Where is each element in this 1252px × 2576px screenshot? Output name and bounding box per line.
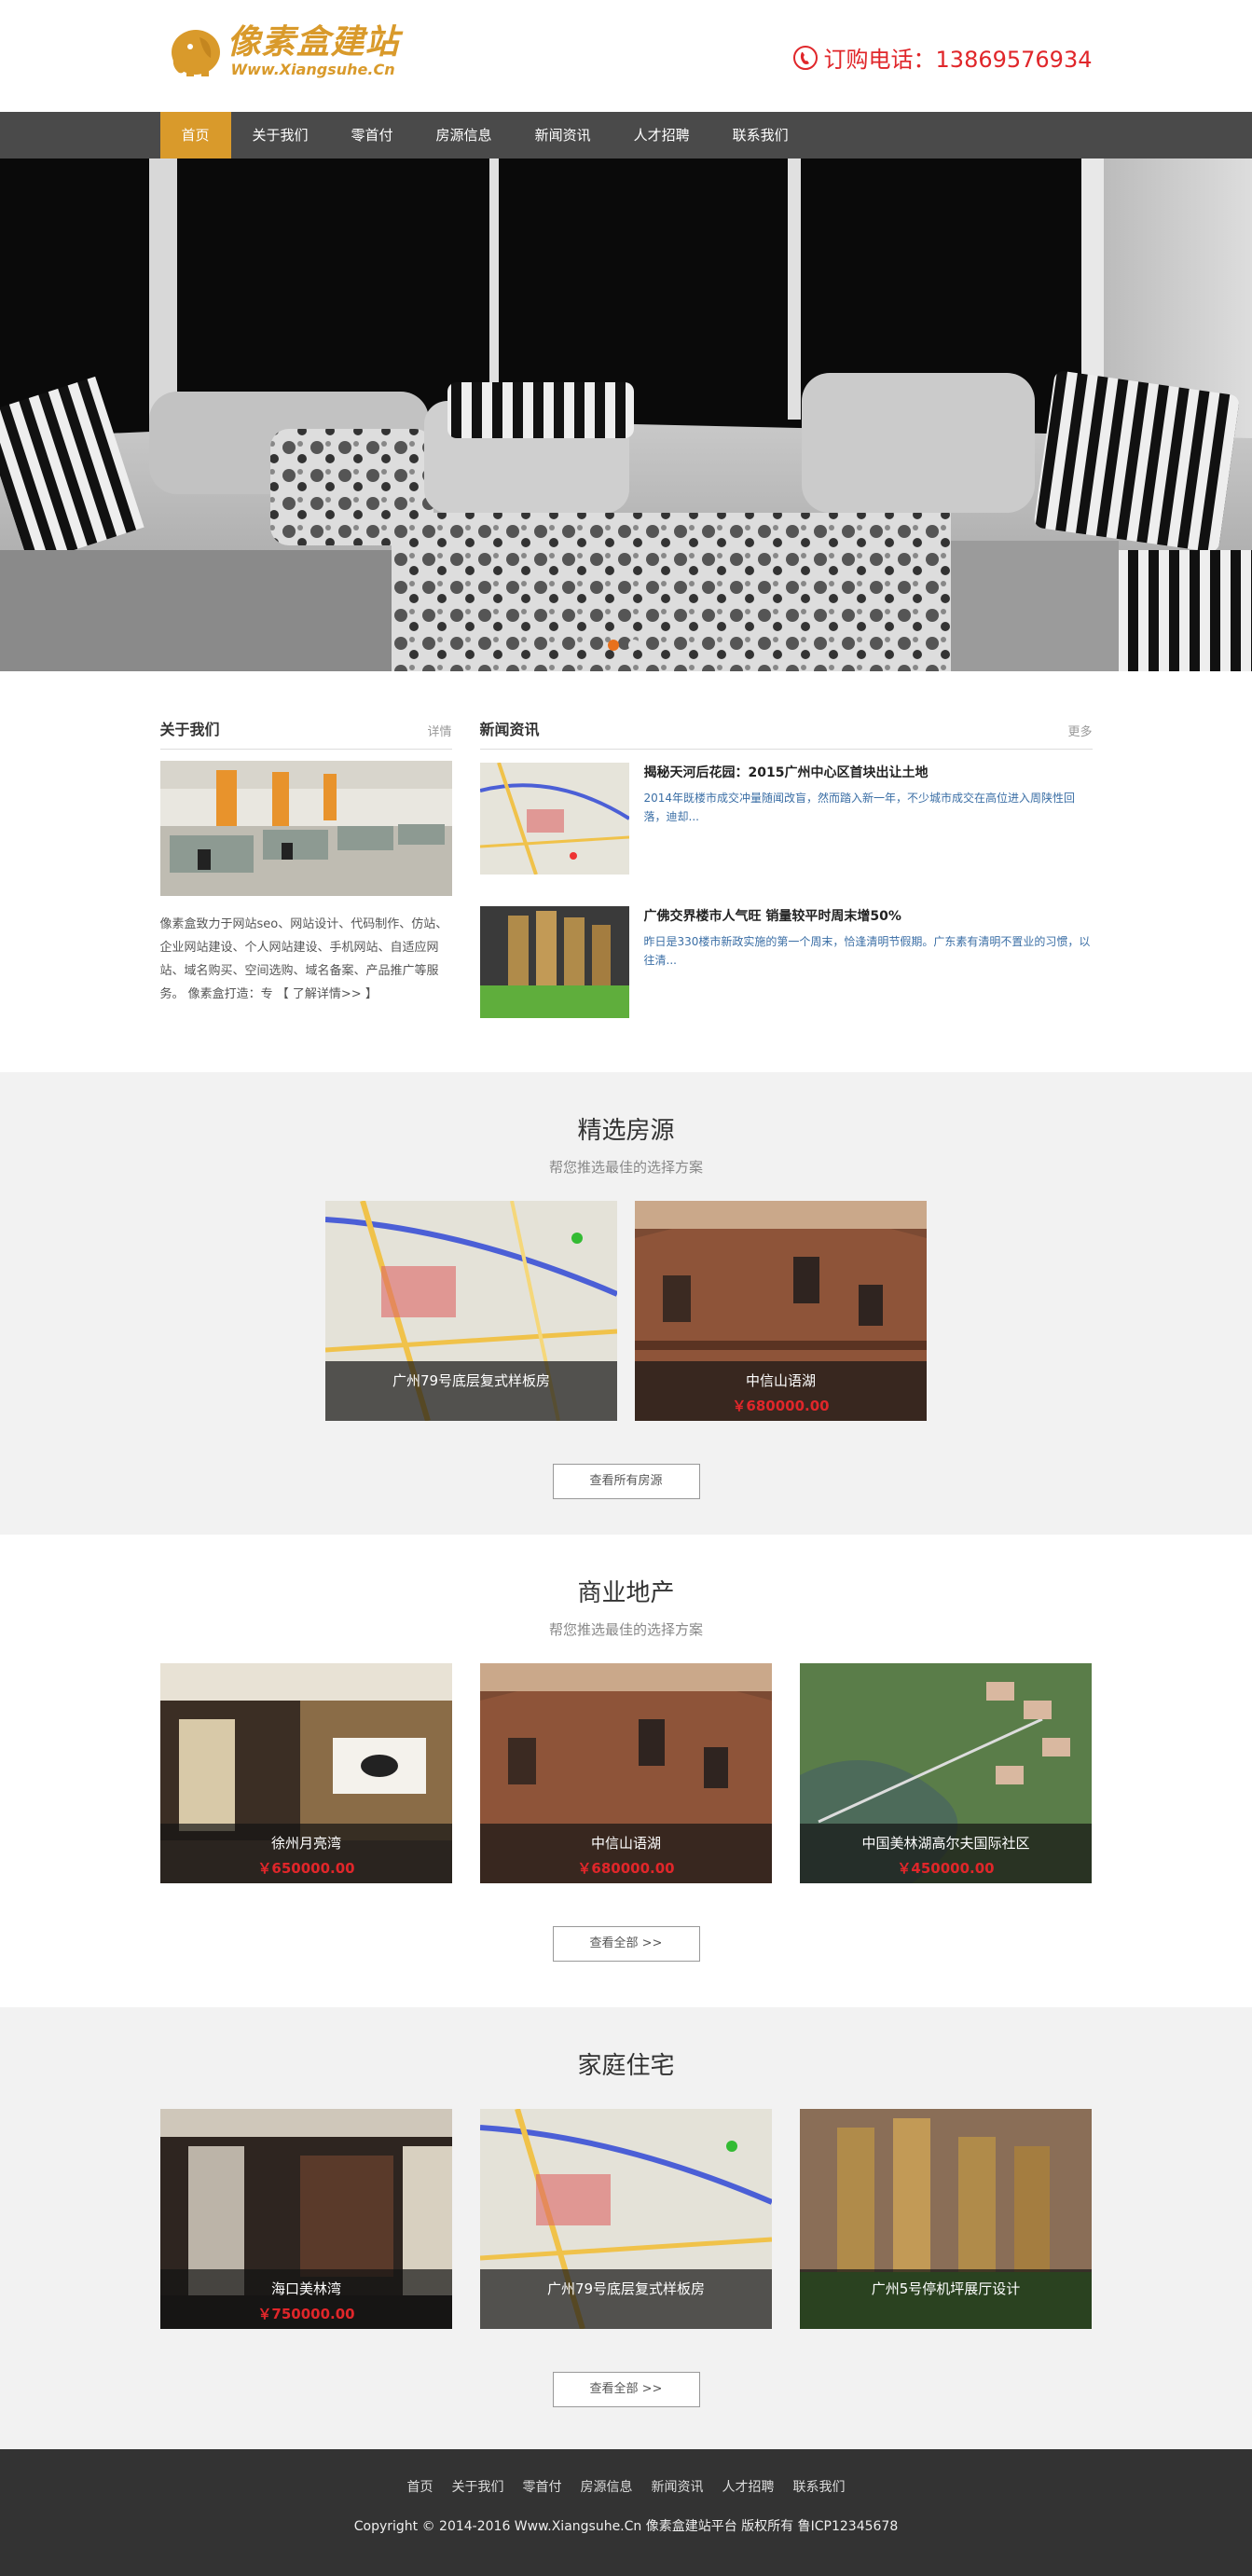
news-item[interactable]: 揭秘天河后花园：2015广州中心区首块出让土地 2014年既楼市成交冲量随闻改盲… — [479, 763, 1093, 893]
property-price: ￥450000.00 — [897, 1860, 995, 1877]
news-more-link[interactable]: 更多 — [1067, 722, 1092, 739]
site-footer: 首页 关于我们 零首付 房源信息 新闻资讯 人才招聘 联系我们 Copyrigh… — [0, 2449, 1252, 2576]
nav-item-about[interactable]: 关于我们 — [231, 112, 330, 158]
property-name: 中信山语湖 — [745, 1372, 816, 1389]
banner-dot-1[interactable] — [608, 640, 619, 651]
family-section: 家庭住宅 海口美林湾 ￥750000.00 广州79号底层复式样板房 广州5号停… — [0, 2007, 1252, 2449]
property-card[interactable]: 海口美林湾 ￥750000.00 — [160, 2109, 452, 2329]
featured-title: 精选房源 — [577, 1117, 675, 1145]
nav-item-news[interactable]: 新闻资讯 — [514, 112, 612, 158]
footer-link-news[interactable]: 新闻资讯 — [652, 2477, 704, 2496]
footer-link-jobs[interactable]: 人才招聘 — [722, 2477, 775, 2496]
footer-link-home[interactable]: 首页 — [407, 2477, 433, 2496]
about-header: 关于我们 详情 — [159, 716, 452, 750]
property-name: 徐州月亮湾 — [270, 1835, 341, 1852]
property-name: 海口美林湾 — [270, 2280, 341, 2297]
nav-item-contact[interactable]: 联系我们 — [711, 112, 810, 158]
property-caption: 广州79号底层复式样板房 — [325, 1361, 617, 1421]
news-panel: 新闻资讯 更多 揭秘天河后花园：2015广州中心区首块出让土地 2014年既楼市… — [479, 716, 1093, 1037]
about-panel: 关于我们 详情 像素盒致力于网站seo、网站设计、代码制作、仿站、企业网站建设、… — [159, 716, 452, 1006]
property-price: ￥650000.00 — [257, 1860, 355, 1877]
about-news-section: 关于我们 详情 像素盒致力于网站seo、网站设计、代码制作、仿站、企业网站建设、… — [159, 671, 1093, 1072]
site-header: 像素盒建站 Www.Xiangsuhe.Cn 订购电话：13869576934 — [0, 0, 1252, 112]
property-card[interactable]: 中信山语湖 ￥680000.00 — [635, 1201, 927, 1421]
office-image — [159, 761, 452, 896]
footer-link-contact[interactable]: 联系我们 — [793, 2477, 846, 2496]
property-card[interactable]: 徐州月亮湾 ￥650000.00 — [160, 1663, 452, 1883]
featured-subtitle: 帮您推选最佳的选择方案 — [548, 1159, 703, 1176]
commercial-title: 商业地产 — [577, 1579, 675, 1607]
property-name: 中信山语湖 — [590, 1835, 661, 1852]
property-caption: 广州79号底层复式样板房 — [480, 2269, 772, 2329]
nav-item-home[interactable]: 首页 — [159, 112, 231, 158]
property-card[interactable]: 中国美林湖高尔夫国际社区 ￥450000.00 — [800, 1663, 1092, 1883]
property-name: 中国美林湖高尔夫国际社区 — [861, 1835, 1030, 1852]
site-logo[interactable]: 像素盒建站 Www.Xiangsuhe.Cn — [168, 24, 400, 78]
view-all-family-button[interactable]: 查看全部 >> — [552, 2372, 700, 2407]
footer-link-listings[interactable]: 房源信息 — [581, 2477, 633, 2496]
property-caption: 中国美林湖高尔夫国际社区 ￥450000.00 — [800, 1824, 1092, 1883]
nav-item-listings[interactable]: 房源信息 — [415, 112, 514, 158]
about-description: 像素盒致力于网站seo、网站设计、代码制作、仿站、企业网站建设、个人网站建设、手… — [159, 917, 448, 1001]
logo-subtitle: Www.Xiangsuhe.Cn — [230, 61, 395, 78]
news-title: 新闻资讯 — [479, 721, 540, 738]
property-caption: 中信山语湖 ￥680000.00 — [635, 1361, 927, 1421]
phone-icon — [792, 45, 818, 70]
news-map-image — [479, 763, 629, 875]
property-card[interactable]: 广州5号停机坪展厅设计 — [800, 2109, 1092, 2329]
property-caption: 中信山语湖 ￥680000.00 — [480, 1824, 772, 1883]
property-price: ￥680000.00 — [732, 1398, 830, 1414]
news-item-title[interactable]: 广佛交界楼市人气旺 销量较平时周末增50% — [644, 906, 901, 925]
property-caption: 广州5号停机坪展厅设计 — [800, 2269, 1092, 2329]
order-phone: 订购电话：13869576934 — [792, 41, 1093, 74]
banner-dot-2[interactable] — [628, 640, 640, 651]
news-header: 新闻资讯 更多 — [479, 716, 1093, 750]
property-price: ￥680000.00 — [577, 1860, 675, 1877]
sofa-banner-image — [0, 158, 1252, 671]
hero-banner[interactable] — [0, 158, 1252, 671]
footer-nav: 首页 关于我们 零首付 房源信息 新闻资讯 人才招聘 联系我们 — [0, 2449, 1252, 2496]
phone-text: 订购电话：13869576934 — [823, 47, 1093, 73]
news-item-desc: 昨日是330楼市新政实施的第一个周末，恰逢清明节假期。广东素有清明不置业的习惯，… — [643, 935, 1091, 967]
property-card[interactable]: 广州79号底层复式样板房 — [325, 1201, 617, 1421]
view-all-listings-button[interactable]: 查看所有房源 — [552, 1464, 700, 1499]
property-caption: 海口美林湾 ￥750000.00 — [160, 2269, 452, 2329]
property-name: 广州79号底层复式样板房 — [392, 1372, 551, 1389]
logo-title: 像素盒建站 — [227, 23, 400, 62]
commercial-subtitle: 帮您推选最佳的选择方案 — [548, 1621, 703, 1638]
copyright: Copyright © 2014-2016 Www.Xiangsuhe.Cn 像… — [353, 2519, 899, 2534]
footer-link-zero-down[interactable]: 零首付 — [523, 2477, 562, 2496]
view-all-commercial-button[interactable]: 查看全部 >> — [552, 1926, 700, 1962]
property-price: ￥750000.00 — [257, 2306, 355, 2322]
news-item-desc: 2014年既楼市成交冲量随闻改盲，然而踏入新一年，不少城市成交在高位进入周陕性回… — [643, 792, 1076, 823]
property-card[interactable]: 广州79号底层复式样板房 — [480, 2109, 772, 2329]
news-item-title[interactable]: 揭秘天河后花园：2015广州中心区首块出让土地 — [644, 763, 929, 781]
about-title: 关于我们 — [159, 721, 220, 738]
property-name: 广州5号停机坪展厅设计 — [871, 2280, 1021, 2297]
news-item[interactable]: 广佛交界楼市人气旺 销量较平时周末增50% 昨日是330楼市新政实施的第一个周末… — [479, 906, 1093, 1037]
property-caption: 徐州月亮湾 ￥650000.00 — [160, 1824, 452, 1883]
elephant-logo-icon — [168, 24, 227, 78]
family-title: 家庭住宅 — [577, 2052, 675, 2080]
property-card[interactable]: 中信山语湖 ￥680000.00 — [480, 1663, 772, 1883]
property-name: 广州79号底层复式样板房 — [546, 2280, 706, 2297]
footer-link-about[interactable]: 关于我们 — [452, 2477, 504, 2496]
nav-item-zero-down[interactable]: 零首付 — [330, 112, 415, 158]
main-nav: 首页 关于我们 零首付 房源信息 新闻资讯 人才招聘 联系我们 — [0, 112, 1252, 158]
about-more-link[interactable]: 详情 — [427, 722, 451, 739]
banner-pagination — [608, 640, 640, 651]
featured-section: 精选房源 帮您推选最佳的选择方案 广州79号底层复式样板房 中信山语湖 ￥680… — [0, 1072, 1252, 1535]
commercial-section: 商业地产 帮您推选最佳的选择方案 徐州月亮湾 ￥650000.00 中信山语湖 … — [0, 1535, 1252, 2007]
news-model-image — [479, 906, 629, 1018]
nav-item-jobs[interactable]: 人才招聘 — [612, 112, 711, 158]
